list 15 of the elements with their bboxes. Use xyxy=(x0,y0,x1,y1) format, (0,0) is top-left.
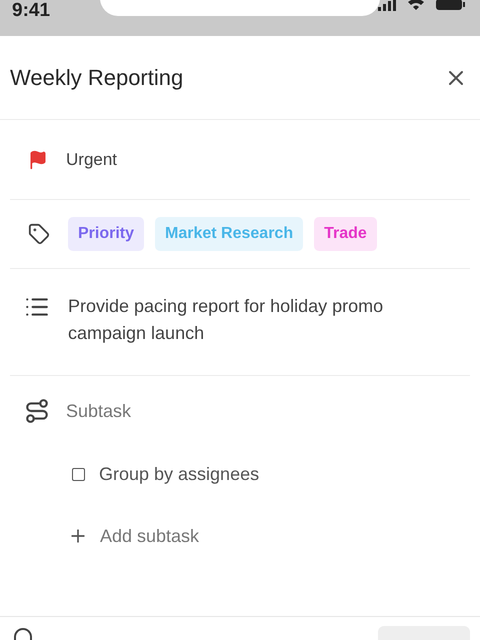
tag-icon xyxy=(28,223,50,245)
signal-wifi-battery-icon xyxy=(378,0,468,12)
tag: Trade xyxy=(314,217,377,251)
add-subtask-button[interactable]: Add subtask xyxy=(0,502,480,570)
priority-label: Urgent xyxy=(66,148,118,171)
subtask-icon xyxy=(24,398,50,424)
checkbox[interactable] xyxy=(72,468,85,480)
status-time: 9:41 xyxy=(12,1,50,20)
task-title: Weekly Reporting xyxy=(10,64,184,92)
subtask-label: Subtask xyxy=(66,400,132,422)
task-description: Provide pacing report for holiday promo campaign launch xyxy=(68,295,384,345)
subtask-item[interactable]: Group by assignees xyxy=(99,460,260,488)
tag: Market Research xyxy=(155,217,304,251)
tag: Priority xyxy=(68,217,144,251)
flag-icon xyxy=(28,150,48,170)
